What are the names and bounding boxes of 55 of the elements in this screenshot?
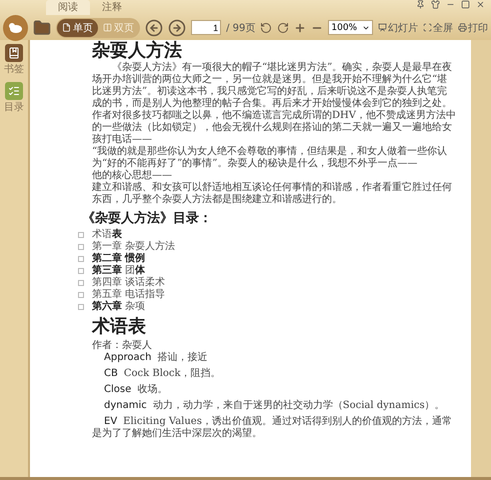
toolbar-action-button[interactable]: 全屏 (423, 20, 453, 34)
bullet-icon (78, 244, 84, 250)
view-mode-button[interactable]: 单页 (57, 18, 98, 36)
forward-arrow-icon[interactable] (168, 18, 186, 36)
paragraph: 《杂耍人方法》有一项很大的帽子“堪比迷男方法”。确实，杂耍人是最早在夜场开办培训营的两位大师之一，另一位就是迷男。但是我开始不理解为什么它“堪比迷男方法”。初读这本书，我只感觉它写的好乱，后来听说这不是杂耍人执笔完成的书，而是别人为他整理的帖子合集。再后来才开始慢慢体会到它的独到之处。作者对很多技巧都嗤之以鼻，他不编造谎言完成所谓的DHV，他不赞成迷男方法中的一些做法（比如锁定），他会无视什么规则在搭讪的第二天就一遍又一遍地给女孩打电话—— (92, 62, 457, 146)
contents-entry: 第六章 杂项 (92, 301, 146, 313)
rotate-left-icon[interactable] (260, 22, 272, 34)
logo-icon[interactable] (3, 14, 28, 40)
paragraph: 他的核心思想—— (92, 170, 173, 182)
glossary-entry: Close 收场。 (103, 384, 168, 396)
glossary-entry: dynamic 动力，动力学，来自于迷男的社交动力学（Social dynamics）。 (103, 400, 446, 412)
rotate-right-icon[interactable] (277, 22, 290, 34)
bullet-icon (78, 256, 84, 262)
page-input-field[interactable]: 1 (191, 20, 222, 35)
glossary-entry: Approach 搭讪，接近 (103, 352, 209, 364)
contents-entry: 第五章 电话指导 (92, 289, 166, 300)
contents-entry: 第一章 杂耍人方法 (92, 241, 176, 252)
contents-heading: 《杂耍人方法》目录： (82, 211, 213, 226)
bullet-icon (78, 268, 84, 274)
toolbar-action-button[interactable]: 幻灯片 (378, 20, 418, 34)
zoom-select[interactable]: 100% (328, 20, 373, 35)
zoom-in-icon[interactable] (294, 22, 306, 34)
contents-entry: 第三章 团体 (92, 265, 146, 276)
bullet-icon (78, 232, 84, 238)
tab[interactable]: 注释 (90, 0, 134, 15)
printer-icon (458, 23, 467, 32)
document-title: 杂耍人方法 (92, 40, 183, 62)
bullet-icon (78, 280, 84, 286)
presentation-icon (378, 23, 387, 32)
maximize-icon[interactable] (461, 0, 470, 9)
back-arrow-icon[interactable] (145, 18, 164, 36)
close-icon[interactable] (476, 0, 485, 9)
bullet-icon (78, 292, 84, 298)
columns-icon (103, 23, 112, 32)
page-total: / 99页 (226, 22, 256, 34)
author-line: 作者：杂耍人 (92, 340, 153, 352)
bookmark-icon (8, 47, 20, 59)
contents-entry: 第四章 谈话柔术 (92, 277, 166, 288)
folder-icon[interactable] (33, 18, 52, 36)
glossary-entry: CB Cock Block，阻挡。 (103, 368, 222, 380)
list-icon (8, 85, 20, 97)
section-title: 术语表 (92, 316, 147, 338)
bullet-icon (78, 304, 84, 310)
shirt-icon[interactable] (431, 0, 440, 9)
glossary-entry: EV Eliciting Values，诱出价值观。通过对话得到别人的价值观的方法，通常是为了了解她们生活中深层次的渴望。 (92, 416, 453, 440)
tab[interactable]: 阅读 (46, 0, 90, 15)
paragraph: 建立和谐感、和女孩可以舒适地相互谈论任何事情的和谐感，作者看重它胜过任何东西，几乎整个杂耍人方法都是围绕建立和谐感进行的。 (92, 182, 453, 206)
page-icon (62, 23, 72, 32)
paragraph: “我做的就是那些你认为女人绝不会尊敬的事情，但结果是，和女人做着一些你认为“好的不能再好了”的事情”。杂耍人的秘诀是什么，我想不外乎一点—— (92, 146, 448, 170)
fullscreen-icon (423, 23, 432, 32)
contents-entry: 第二章 惯例 (92, 253, 146, 264)
pin-icon[interactable] (416, 0, 425, 9)
contents-entry: 术语表 (92, 229, 122, 240)
scrollbar-track[interactable] (471, 40, 491, 477)
toolbar-action-button[interactable]: 打印 (458, 20, 488, 34)
